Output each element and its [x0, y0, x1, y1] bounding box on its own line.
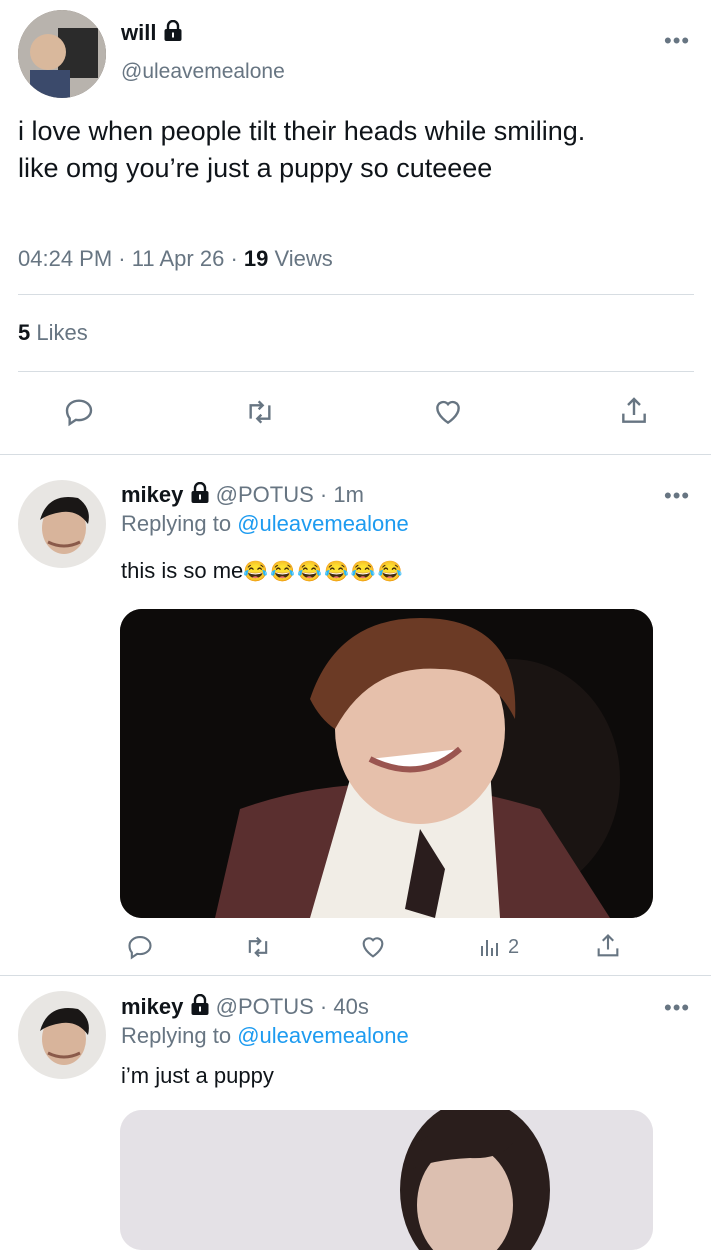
like-icon[interactable]: [431, 396, 465, 428]
views-stat[interactable]: 2: [478, 935, 519, 959]
tweet-text: i love when people tilt their heads whil…: [18, 116, 586, 183]
share-icon[interactable]: [618, 394, 650, 428]
avatar-image: [18, 480, 106, 568]
author-handle[interactable]: @uleavemealone: [121, 60, 285, 84]
more-options-icon[interactable]: •••: [664, 30, 690, 52]
divider: [0, 454, 711, 455]
tweet-metadata: 04:24 PM · 11 Apr 26 · 19 Views: [18, 246, 333, 272]
reply-author-name[interactable]: mikey: [121, 482, 183, 507]
reply-avatar[interactable]: [18, 991, 106, 1079]
replying-to-label: Replying to: [121, 1023, 232, 1048]
reply-timestamp[interactable]: 1m: [333, 482, 364, 507]
author-name[interactable]: will: [121, 20, 156, 45]
separator: ·: [230, 246, 238, 271]
lock-icon: [190, 994, 210, 1022]
separator: ·: [319, 482, 328, 507]
reply-author-handle[interactable]: @POTUS: [216, 482, 314, 507]
laughing-emoji: 😂😂😂😂😂😂: [243, 561, 405, 583]
separator: ·: [319, 994, 328, 1019]
views-count: 2: [508, 935, 520, 958]
reply-icon[interactable]: [126, 933, 154, 961]
reply-author-handle[interactable]: @POTUS: [216, 994, 314, 1019]
author-avatar[interactable]: [18, 10, 106, 98]
likes-stat[interactable]: 5 Likes: [18, 320, 88, 346]
tweet-time: 04:24 PM: [18, 246, 113, 271]
replying-to-label: Replying to: [121, 511, 232, 536]
retweet-icon[interactable]: [243, 396, 277, 428]
likes-label: Likes: [36, 320, 88, 345]
divider: [18, 294, 694, 295]
media-photo: [120, 1110, 653, 1250]
reply-media-image[interactable]: [120, 609, 653, 918]
views-label[interactable]: Views: [275, 246, 333, 271]
reply-media-image[interactable]: [120, 1110, 653, 1250]
more-options-icon[interactable]: •••: [664, 485, 690, 507]
lock-icon: [190, 482, 210, 510]
avatar-image: [18, 10, 106, 98]
reply-text: i’m just a puppy: [121, 1063, 274, 1088]
reply-text: this is so me: [121, 558, 244, 583]
divider: [0, 975, 711, 976]
retweet-icon[interactable]: [243, 933, 273, 961]
bar-chart-icon: [478, 935, 502, 959]
reply-avatar[interactable]: [18, 480, 106, 568]
lock-icon: [163, 20, 183, 48]
avatar-image: [18, 991, 106, 1079]
more-options-icon[interactable]: •••: [664, 997, 690, 1019]
share-icon[interactable]: [594, 931, 622, 961]
replying-to-handle[interactable]: @uleavemealone: [237, 1023, 409, 1048]
tweet-date: 11 Apr 26: [131, 246, 225, 271]
reply-icon[interactable]: [63, 396, 95, 428]
reply-timestamp[interactable]: 40s: [333, 994, 368, 1019]
views-count[interactable]: 19: [244, 246, 268, 271]
like-icon[interactable]: [358, 933, 388, 961]
media-photo: [120, 609, 653, 918]
reply-author-name[interactable]: mikey: [121, 994, 183, 1019]
separator: ·: [118, 246, 126, 271]
likes-count: 5: [18, 320, 31, 345]
divider: [18, 371, 694, 372]
replying-to-handle[interactable]: @uleavemealone: [237, 511, 409, 536]
